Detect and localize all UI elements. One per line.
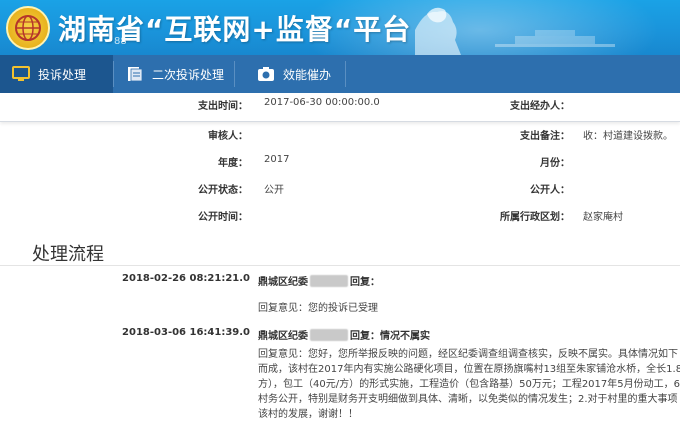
- detail-row: 年度： 2017 月份：: [0, 154, 680, 181]
- site-emblem-icon: [6, 6, 50, 50]
- reply-line: 而成，该村在2017年内有实施公路硬化项目，位置在原扬旗嘴村13组至朱家铺沧水桥…: [258, 364, 680, 375]
- process-entry-reply: 回复意见：您的投诉已受理: [258, 303, 378, 314]
- complaint-detail: 支出时间： 2017-06-30 00:00:00.0 支出经办人： 审核人： …: [0, 93, 680, 420]
- pay-note-label: 支出备注：: [520, 131, 570, 142]
- public-time-label: 公开时间：: [198, 212, 248, 223]
- process-entry-org: 鼎城区纪委: [258, 277, 308, 288]
- reply-line: 村务公开，特别是财务开支明细做到具体、清晰，以免类似的情况发生；2.对于村里的重…: [258, 394, 678, 405]
- document-icon: [128, 67, 143, 82]
- reviewer-label: 审核人：: [208, 131, 248, 142]
- main-nav: 投诉处理 二次投诉处理 效能催办: [0, 55, 680, 93]
- publisher-label: 公开人：: [530, 185, 570, 196]
- reply-line: 回复意见：您好，您所举报反映的问题，经区纪委调查组调查核实，反映不属实。具体情况…: [258, 349, 678, 360]
- public-status-value: 公开: [264, 185, 284, 196]
- monument-statue-icon: [415, 7, 615, 55]
- pay-time-value: 2017-06-30 00:00:00.0: [264, 97, 380, 108]
- year-label: 年度：: [218, 158, 248, 169]
- process-entry-time: 2018-03-06 16:41:39.0: [122, 327, 250, 338]
- region-label: 所属行政区划：: [500, 212, 570, 223]
- section-divider: [0, 265, 680, 266]
- process-entry-time: 2018-02-26 08:21:21.0: [122, 273, 250, 284]
- year-value: 2017: [264, 154, 290, 165]
- region-value: 赵家庵村: [583, 212, 623, 223]
- monitor-icon: [12, 66, 30, 81]
- nav-tab-second-complaint[interactable]: 二次投诉处理: [114, 55, 234, 93]
- nav-divider: [345, 61, 346, 87]
- nav-tab-label: 效能催办: [283, 67, 332, 82]
- site-banner: 湖南省“互联网+监督“平台 88: [0, 0, 680, 55]
- nav-tab-complaint-handling[interactable]: 投诉处理: [0, 55, 113, 93]
- banner-watermark-number: 88: [114, 36, 127, 47]
- process-section-title: 处理流程: [32, 244, 104, 265]
- process-entry-header: 鼎城区纪委 回复：情况不属实: [258, 327, 430, 342]
- reply-line: 方），包工（40元/方）的形式实施，工程造价（包含路基）50万元；工程2017年…: [258, 379, 680, 390]
- process-entry-header: 鼎城区纪委 回复：: [258, 273, 380, 288]
- payer-label: 支出经办人：: [510, 101, 570, 112]
- detail-row: 支出时间： 2017-06-30 00:00:00.0 支出经办人：: [0, 97, 680, 122]
- detail-row: 公开状态： 公开 公开人：: [0, 181, 680, 208]
- process-entry-reply-body: 回复意见：您好，您所举报反映的问题，经区纪委调查组调查核实，反映不属实。具体情况…: [258, 347, 680, 422]
- pay-note-value: 收：村道建设拨款。: [583, 131, 673, 142]
- nav-tab-efficiency-reminder[interactable]: 效能催办: [235, 55, 345, 93]
- process-entry-action: 回复：: [350, 277, 380, 288]
- nav-tab-label: 二次投诉处理: [152, 67, 225, 82]
- process-entry-org: 鼎城区纪委: [258, 331, 308, 342]
- pay-time-label: 支出时间：: [198, 101, 248, 112]
- process-entry-action: 回复：情况不属实: [350, 331, 430, 342]
- month-label: 月份：: [540, 158, 570, 169]
- redacted-name: [310, 275, 348, 287]
- public-status-label: 公开状态：: [198, 185, 248, 196]
- detail-row: 审核人： 支出备注： 收：村道建设拨款。: [0, 127, 680, 154]
- site-title: 湖南省“互联网+监督“平台: [58, 13, 412, 46]
- detail-row: 公开时间： 所属行政区划： 赵家庵村: [0, 208, 680, 235]
- redacted-name: [310, 329, 348, 341]
- nav-tab-label: 投诉处理: [38, 67, 87, 82]
- camera-icon: [258, 67, 274, 81]
